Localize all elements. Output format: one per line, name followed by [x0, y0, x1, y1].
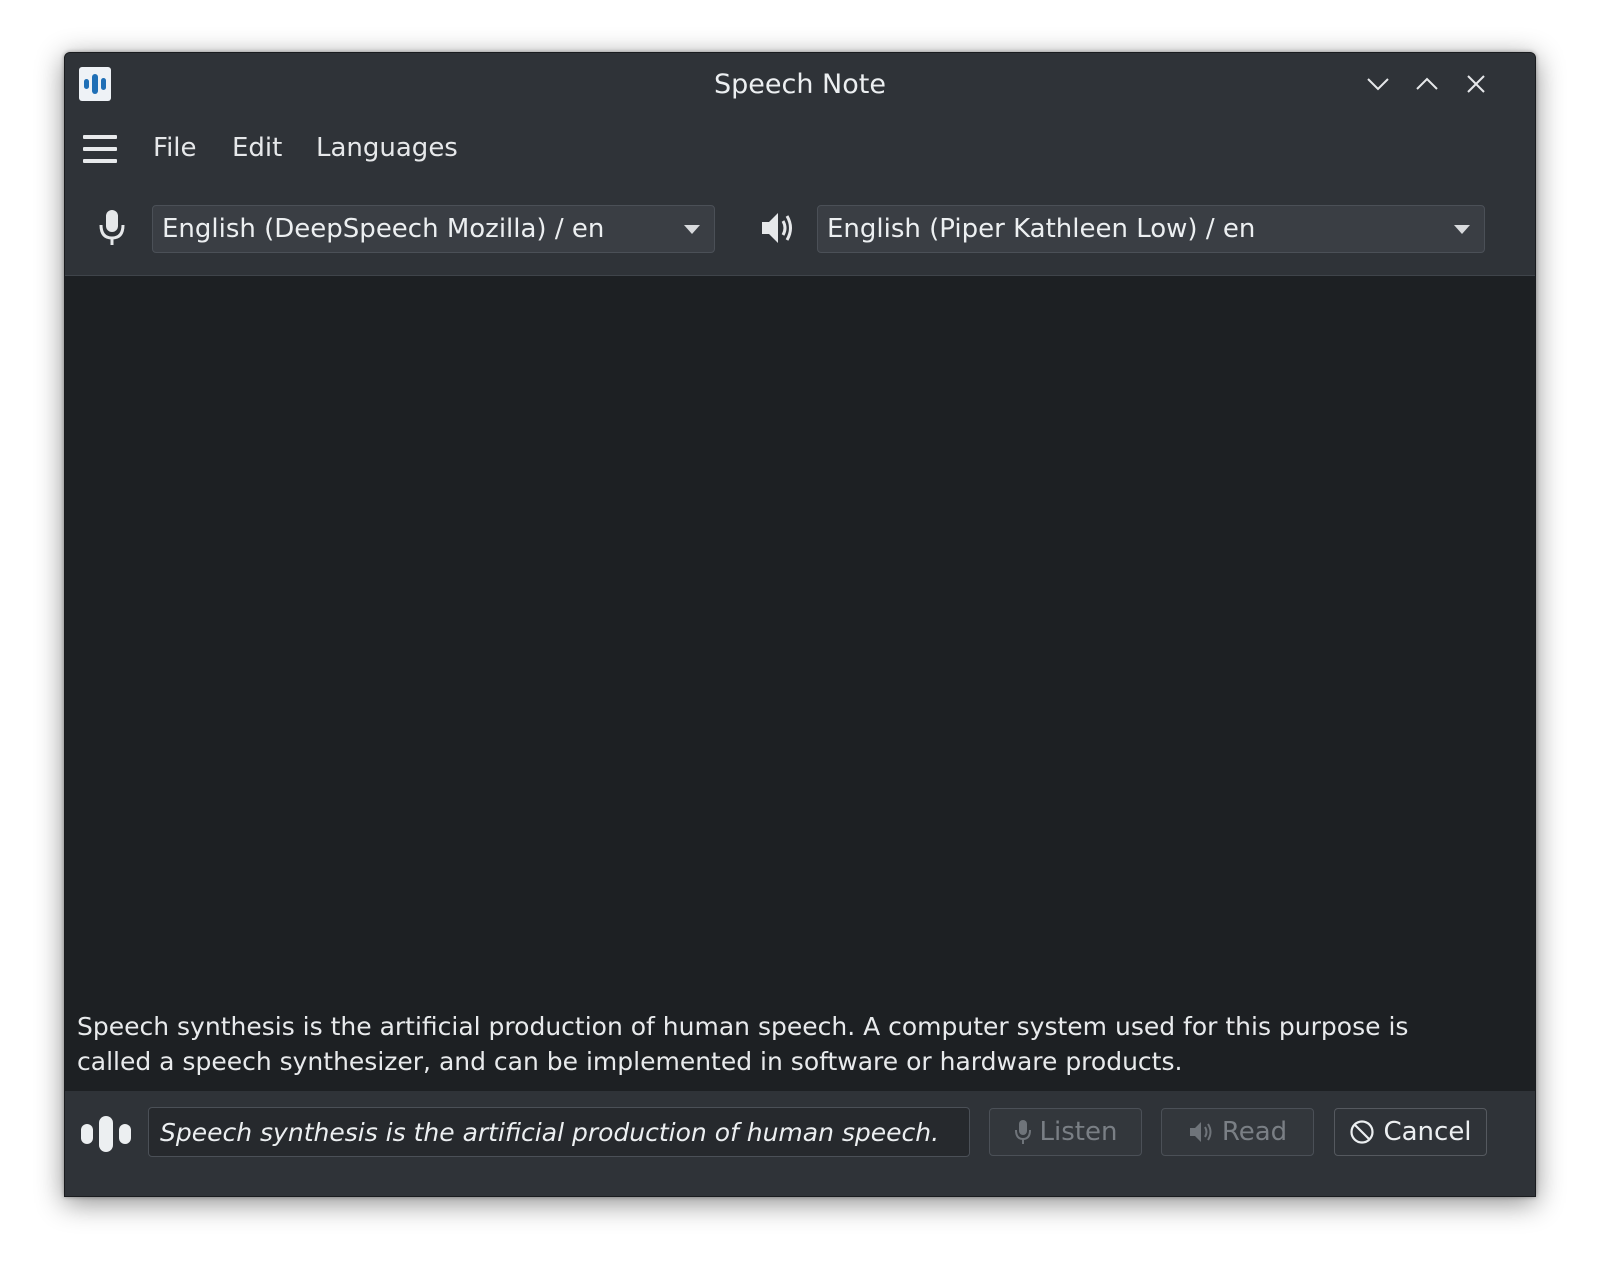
read-label: Read — [1221, 1117, 1288, 1147]
listen-label: Listen — [1039, 1117, 1118, 1147]
tts-model-select[interactable]: English (Piper Kathleen Low) / en — [817, 205, 1485, 253]
cancel-button[interactable]: Cancel — [1334, 1108, 1487, 1156]
menu-languages[interactable]: Languages — [316, 133, 458, 163]
speaker-icon — [1189, 1122, 1212, 1142]
speaker-icon — [762, 213, 792, 243]
tts-model-value: English (Piper Kathleen Low) / en — [827, 214, 1256, 244]
minimize-button[interactable] — [1361, 67, 1395, 101]
menu-file[interactable]: File — [153, 133, 197, 163]
speech-note-window: Speech Note File Edit Languages English … — [64, 52, 1536, 1197]
menu-edit[interactable]: Edit — [232, 133, 282, 163]
cancel-circle-icon — [1350, 1120, 1375, 1144]
dropdown-arrow-icon — [1454, 225, 1470, 234]
chevron-down-icon — [1367, 78, 1389, 91]
speech-activity-icon — [81, 1116, 131, 1152]
stt-model-select[interactable]: English (DeepSpeech Mozilla) / en — [152, 205, 715, 253]
close-icon — [1467, 75, 1485, 93]
dropdown-arrow-icon — [684, 225, 700, 234]
cancel-label: Cancel — [1383, 1117, 1472, 1147]
chevron-up-icon — [1416, 77, 1438, 90]
close-button[interactable] — [1459, 67, 1493, 101]
window-title: Speech Note — [714, 69, 886, 100]
current-sentence-text: Speech synthesis is the artificial produ… — [160, 1118, 940, 1147]
title-bar[interactable]: Speech Note — [65, 53, 1535, 115]
listen-button[interactable]: Listen — [989, 1108, 1142, 1156]
current-sentence-field: Speech synthesis is the artificial produ… — [148, 1107, 970, 1157]
menu-bar: File Edit Languages — [65, 115, 1535, 183]
status-bar: Speech synthesis is the artificial produ… — [65, 1091, 1535, 1196]
hamburger-menu-icon[interactable] — [83, 135, 117, 163]
microphone-icon — [99, 210, 125, 245]
notes-text-area[interactable]: Speech synthesis is the artificial produ… — [65, 276, 1535, 1091]
stt-model-value: English (DeepSpeech Mozilla) / en — [162, 214, 605, 244]
maximize-button[interactable] — [1410, 67, 1444, 101]
read-button[interactable]: Read — [1161, 1108, 1314, 1156]
notes-content: Speech synthesis is the artificial produ… — [77, 1012, 1409, 1076]
language-toolbar: English (DeepSpeech Mozilla) / en Englis… — [65, 183, 1535, 276]
microphone-icon — [1014, 1120, 1031, 1144]
